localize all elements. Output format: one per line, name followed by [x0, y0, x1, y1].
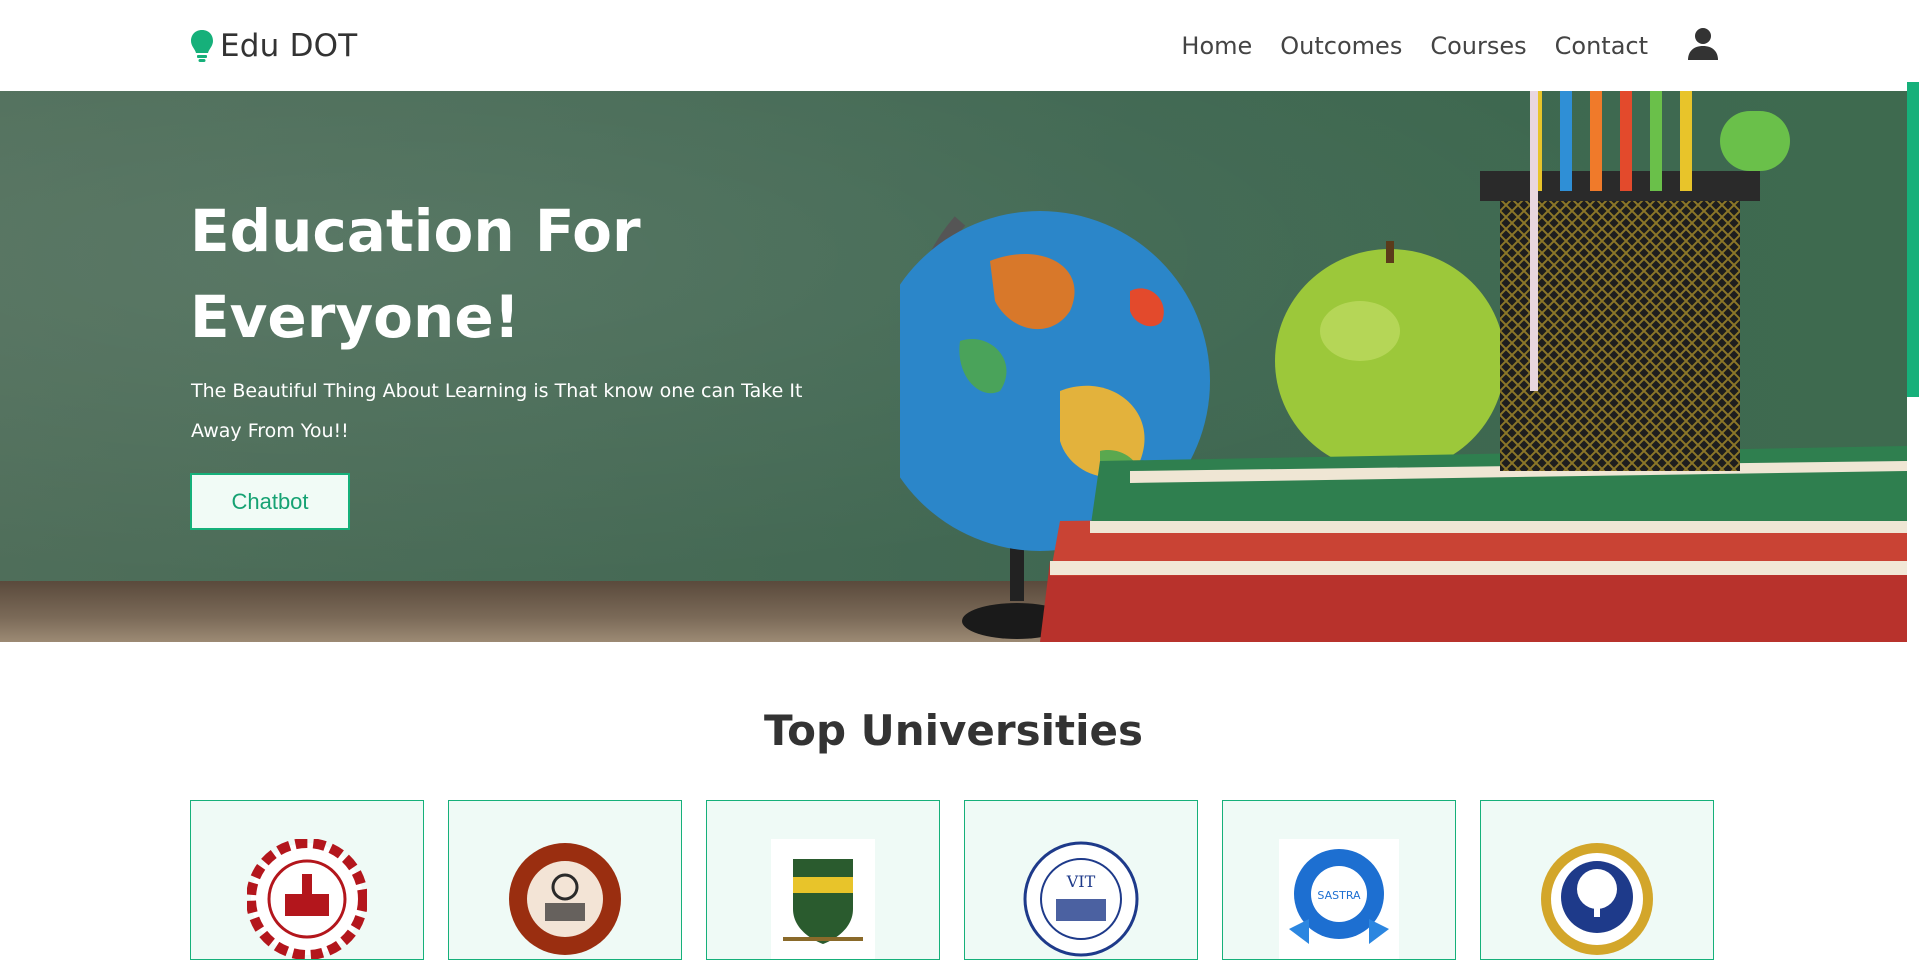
- university-card[interactable]: [1480, 800, 1714, 960]
- srm-logo: [1541, 843, 1653, 955]
- nav-contact-link[interactable]: Contact: [1555, 32, 1648, 60]
- anna-university-logo: [247, 839, 367, 959]
- scrollbar-thumb[interactable]: [1907, 82, 1919, 397]
- top-navbar: Edu DOT Home Outcomes Courses Contact: [0, 0, 1919, 91]
- lightbulb-icon: [191, 30, 213, 62]
- brand-logo[interactable]: Edu DOT: [190, 24, 357, 68]
- university-card[interactable]: VIT: [964, 800, 1198, 960]
- brand-name: Edu DOT: [220, 28, 358, 64]
- university-card[interactable]: [706, 800, 940, 960]
- sastra-logo: SASTRA: [1279, 839, 1399, 959]
- svg-text:VIT: VIT: [1066, 872, 1096, 891]
- nav-home-link[interactable]: Home: [1181, 32, 1252, 60]
- universities-grid: VIT SASTRA: [190, 800, 1718, 960]
- user-icon[interactable]: [1686, 27, 1720, 61]
- vit-logo: VIT: [1023, 841, 1139, 957]
- hero-illustration: [900, 91, 1907, 642]
- section-title-universities: Top Universities: [764, 706, 1143, 755]
- main-nav: Home Outcomes Courses Contact: [1181, 26, 1648, 66]
- hero-banner: Education For Everyone! The Beautiful Th…: [0, 91, 1907, 642]
- nav-courses-link[interactable]: Courses: [1430, 32, 1526, 60]
- university-card[interactable]: [448, 800, 682, 960]
- book-stack-illustration: [1040, 446, 1907, 642]
- university-card[interactable]: [190, 800, 424, 960]
- hero-title: Education For Everyone!: [190, 197, 641, 351]
- nit-logo: [509, 843, 621, 955]
- chatbot-button[interactable]: Chatbot: [190, 473, 350, 530]
- pencil-cup-illustration: [1480, 91, 1790, 471]
- university-card[interactable]: SASTRA: [1222, 800, 1456, 960]
- hero-subtitle: The Beautiful Thing About Learning is Th…: [191, 380, 803, 442]
- svg-text:SASTRA: SASTRA: [1317, 889, 1361, 902]
- nav-outcomes-link[interactable]: Outcomes: [1280, 32, 1402, 60]
- madras-university-logo: [771, 839, 875, 959]
- apple-illustration: [1275, 241, 1505, 473]
